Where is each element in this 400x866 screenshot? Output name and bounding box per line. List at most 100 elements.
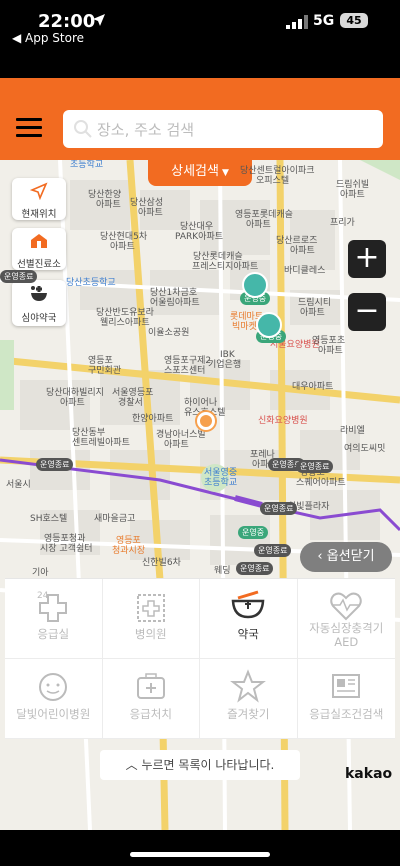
- map-label: 아파트: [164, 440, 189, 450]
- category-aed[interactable]: 자동심장충격기 AED: [297, 579, 396, 659]
- map-label: 영등포구제2: [164, 356, 212, 366]
- map-label: 여의도씨밋: [344, 444, 386, 454]
- menu-button[interactable]: [16, 118, 42, 138]
- current-location-marker: [197, 412, 215, 430]
- map-label: 바디클레스: [284, 266, 326, 276]
- status-pill[interactable]: 운영종료: [254, 544, 292, 557]
- search-placeholder: 장소, 주소 검색: [97, 121, 195, 139]
- detail-search-tab[interactable]: 상세검색 ▼: [148, 160, 252, 186]
- map-label: 초등학교: [204, 478, 238, 488]
- zoom-out-button[interactable]: −: [348, 293, 386, 331]
- pharmacy-marker[interactable]: [256, 312, 282, 338]
- map-label: 프레스티지아파트: [192, 262, 259, 272]
- category-pharmacy[interactable]: 약국: [200, 579, 298, 659]
- status-pill[interactable]: 운영종료: [0, 270, 38, 283]
- map-label: 서울영등포: [112, 388, 154, 398]
- map-label: 스퀘어아파트: [296, 478, 346, 488]
- pharmacy-marker[interactable]: [242, 272, 268, 298]
- detail-search-label: 상세검색: [171, 164, 219, 179]
- back-to-app-store[interactable]: ◀ App Store: [12, 31, 84, 45]
- map-label: SH호스텔: [30, 514, 68, 524]
- home-indicator[interactable]: [130, 852, 270, 857]
- category-label: 응급실조건검색: [309, 707, 384, 721]
- category-favorites[interactable]: 즐겨찾기: [200, 659, 298, 739]
- location-arrow-icon: [29, 182, 48, 201]
- network-type: 5G: [313, 13, 335, 29]
- app-header: 장소, 주소 검색: [0, 78, 400, 160]
- map-label: 아파트: [318, 346, 343, 356]
- status-pill[interactable]: 운영중: [238, 526, 269, 539]
- zoom-in-button[interactable]: +: [348, 240, 386, 278]
- category-label-line: 자동심장충격기 AED: [309, 621, 384, 649]
- map-label: 기업은행: [208, 360, 242, 370]
- map-label: 당산현대5차: [100, 232, 148, 242]
- map-label: 대우아파트: [292, 382, 334, 392]
- map-label: 아파트: [340, 190, 365, 200]
- category-label: 병의원: [134, 627, 167, 641]
- star-icon: [230, 669, 267, 703]
- screening-clinic-button[interactable]: 선별진료소: [12, 228, 66, 270]
- map-label: 기아: [32, 568, 49, 578]
- map-label: 당산동부: [72, 428, 106, 438]
- map-label: 당산롯데캐슬: [193, 252, 243, 262]
- map-label: 신화요양병원: [258, 416, 308, 426]
- search-input[interactable]: 장소, 주소 검색: [63, 110, 383, 148]
- map-label: 드림쉬빌: [336, 180, 370, 190]
- map-label: 라비엘: [340, 426, 365, 436]
- status-time: 22:00: [38, 11, 96, 32]
- location-arrow-icon: [93, 14, 105, 26]
- heart-pulse-icon: [330, 592, 362, 621]
- category-er-condition-search[interactable]: 응급실조건검색: [297, 659, 395, 739]
- search-icon: [74, 120, 92, 138]
- category-first-aid[interactable]: 응급처치: [102, 659, 200, 739]
- map-label: 웨딩: [214, 566, 231, 576]
- kakao-logo: kakao: [345, 766, 393, 782]
- map-label: 당산초등학교: [66, 278, 116, 288]
- side-button-label: 현재위치: [21, 209, 57, 220]
- map-label: 경남아너스빌: [156, 430, 206, 440]
- map-label: 프리가: [330, 218, 355, 228]
- status-bar: 22:00 ◀ App Store 5G 45: [0, 0, 400, 78]
- category-emergency-room[interactable]: 24 응급실: [5, 579, 103, 659]
- map-label: 영등포: [116, 536, 141, 546]
- map-label: 영등포롯데캐슬: [235, 210, 293, 220]
- map-label: 당산1차금호: [150, 288, 198, 298]
- category-moonlight-children[interactable]: 달빛어린이병원: [5, 659, 103, 739]
- category-label: 달빛어린이병원: [16, 707, 91, 721]
- current-location-button[interactable]: 현재위치: [12, 178, 66, 220]
- map-label: 어울림아파트: [150, 298, 200, 308]
- status-pill[interactable]: 운영종료: [236, 562, 274, 575]
- category-grid: 24 응급실 병의원 약국 자동심장충격기 AED 달빛어린이병원 응급처치 즐…: [5, 578, 396, 739]
- map-label: 구민회관: [88, 366, 122, 376]
- map-label: 센트레빌아파트: [72, 438, 130, 448]
- map-label: 스포츠센터: [164, 366, 206, 376]
- map-label: 당산대우: [180, 222, 214, 232]
- map-label: IBK: [220, 350, 235, 360]
- map-label: 이율소공원: [148, 328, 190, 338]
- status-pill[interactable]: 운영종료: [296, 460, 334, 473]
- category-label: 응급처치: [129, 707, 172, 721]
- map-label: 당산반도유보라: [96, 308, 154, 318]
- map-label: 신한빌6차: [142, 558, 181, 568]
- map-label: 당산르로즈: [276, 236, 318, 246]
- category-hospital[interactable]: 병의원: [102, 579, 200, 659]
- map-label: 당산한양: [88, 190, 122, 200]
- map-label: 영등포: [88, 356, 113, 366]
- map-label: 당산센트럴아이파크: [240, 166, 315, 176]
- map-label: 시장 고객쉼터: [40, 544, 93, 554]
- condition-search-icon: [332, 674, 361, 698]
- map-label: 드림시티: [298, 298, 332, 308]
- map-label: 아파트: [138, 208, 163, 218]
- hint-text: 누르면 목록이 나타납니다.: [141, 758, 275, 772]
- map-view[interactable]: 상세검색 ▼ 현재위치 선별진료소 심야약국 + − 초등학교 당산현대5차 아파…: [0, 160, 400, 830]
- status-pill[interactable]: 운영종료: [260, 502, 298, 515]
- night-pharmacy-button[interactable]: 심야약국: [12, 280, 66, 326]
- chevron-down-icon: ▼: [221, 168, 229, 178]
- map-label: 아파트: [290, 246, 315, 256]
- category-label: 자동심장충격기 AED: [298, 621, 396, 649]
- map-label: 웰리스아파트: [100, 318, 150, 328]
- list-hint-bar[interactable]: ︿ 누르면 목록이 나타납니다.: [100, 750, 300, 780]
- status-pill[interactable]: 운영종료: [36, 458, 74, 471]
- option-close-button[interactable]: ‹ 옵션닫기: [300, 542, 392, 572]
- map-label: 하이어나: [184, 398, 218, 408]
